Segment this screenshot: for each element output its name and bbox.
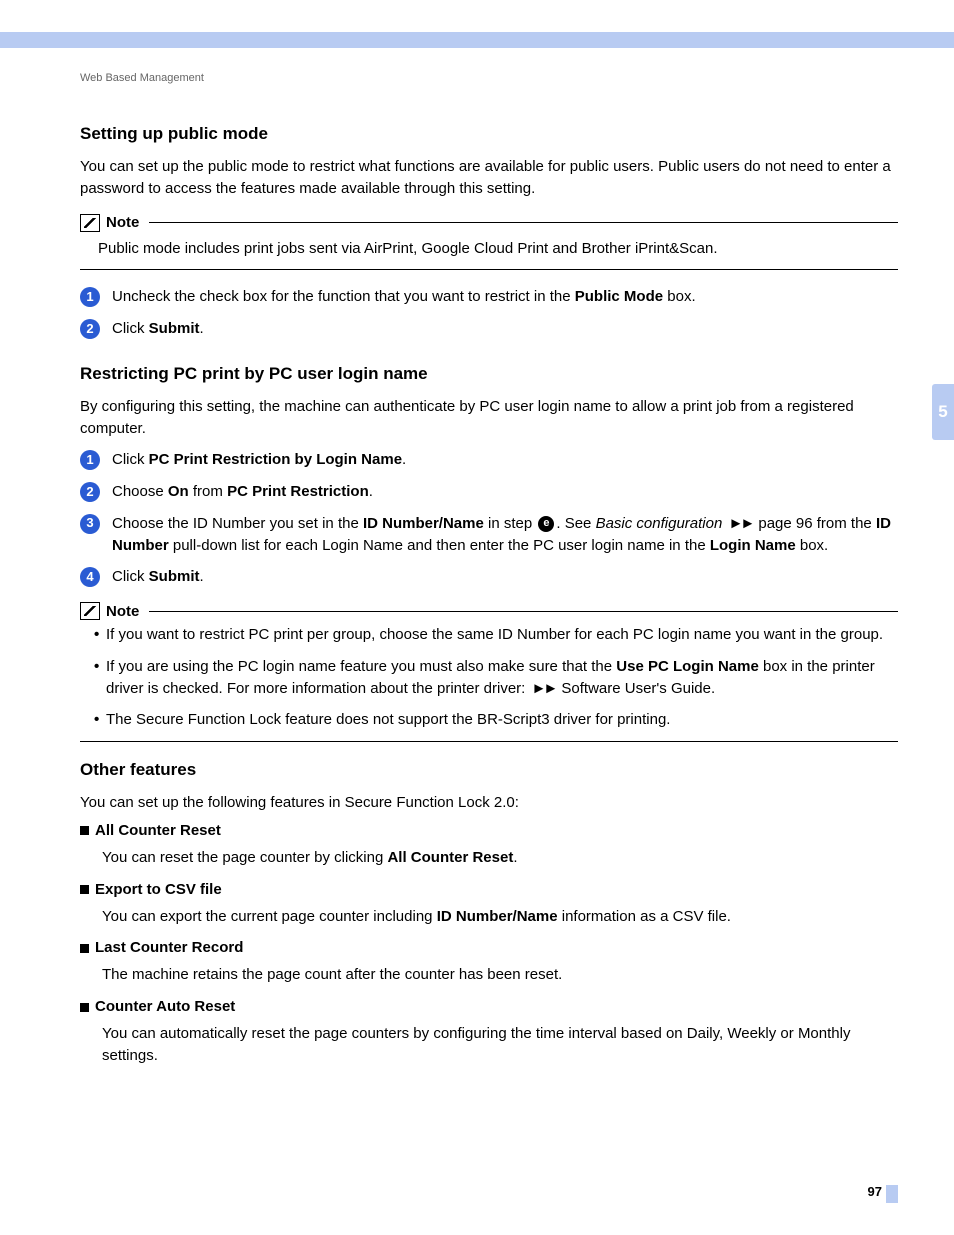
feature-title: Counter Auto Reset — [95, 998, 235, 1015]
text-bold: Submit — [149, 320, 200, 337]
feature-title: Export to CSV file — [95, 881, 222, 898]
step-row: 1 Uncheck the check box for the function… — [80, 286, 898, 308]
step-text: Click Submit. — [112, 566, 898, 588]
text-bold: Public Mode — [575, 288, 663, 305]
step-text: Choose the ID Number you set in the ID N… — [112, 513, 898, 557]
note-icon — [80, 214, 100, 232]
text: Choose the ID Number you set in the — [112, 515, 363, 532]
step-row: 2 Click Submit. — [80, 318, 898, 340]
text-bold: On — [168, 483, 189, 500]
text: Click — [112, 451, 149, 468]
text: Uncheck the check box for the function t… — [112, 288, 575, 305]
feature-desc: The machine retains the page count after… — [102, 964, 898, 986]
text: information as a CSV file. — [558, 908, 731, 925]
note-rule — [149, 611, 898, 612]
step-row: 3 Choose the ID Number you set in the ID… — [80, 513, 898, 557]
step-text: Click PC Print Restriction by Login Name… — [112, 449, 898, 471]
text: in step — [484, 515, 537, 532]
feature-title: Last Counter Record — [95, 939, 243, 956]
step-text: Uncheck the check box for the function t… — [112, 286, 898, 308]
feature-item: Last Counter Record — [80, 939, 898, 956]
square-bullet-icon — [80, 1003, 89, 1012]
note-label: Note — [106, 214, 139, 231]
text: . — [513, 849, 517, 866]
square-bullet-icon — [80, 885, 89, 894]
square-bullet-icon — [80, 944, 89, 953]
heading-public-mode: Setting up public mode — [80, 124, 898, 144]
intro-other-features: You can set up the following features in… — [80, 792, 898, 814]
text-italic: Basic configuration — [596, 515, 723, 532]
text: box. — [663, 288, 696, 305]
step-inline-icon: e — [538, 516, 554, 532]
text-bold: ID Number/Name — [363, 515, 484, 532]
text-bold: PC Print Restriction — [227, 483, 369, 500]
step-number-icon: 1 — [80, 450, 100, 470]
chapter-tab: 5 — [932, 384, 954, 440]
feature-item: Counter Auto Reset — [80, 998, 898, 1015]
text-bold: PC Print Restriction by Login Name — [149, 451, 402, 468]
text-bold: Use PC Login Name — [616, 658, 759, 675]
note-bottom-rule — [80, 741, 898, 742]
text-bold: All Counter Reset — [387, 849, 513, 866]
step-row: 1 Click PC Print Restriction by Login Na… — [80, 449, 898, 471]
intro-restricting-pc: By configuring this setting, the machine… — [80, 396, 898, 440]
feature-desc: You can export the current page counter … — [102, 906, 898, 928]
step-text: Click Submit. — [112, 318, 898, 340]
arrow-icon: ►► — [532, 680, 556, 697]
step-number-icon: 2 — [80, 482, 100, 502]
text: You can export the current page counter … — [102, 908, 437, 925]
text-bold: Submit — [149, 568, 200, 585]
note-block-2: Note If you want to restrict PC print pe… — [80, 602, 898, 742]
feature-desc: You can automatically reset the page cou… — [102, 1023, 898, 1067]
text: Software User's Guide. — [557, 680, 715, 697]
step-row: 2 Choose On from PC Print Restriction. — [80, 481, 898, 503]
text: . — [402, 451, 406, 468]
note-rule — [149, 222, 898, 223]
square-bullet-icon — [80, 826, 89, 835]
page-number-accent — [886, 1185, 898, 1203]
text: . — [200, 320, 204, 337]
intro-public-mode: You can set up the public mode to restri… — [80, 156, 898, 200]
text: If you are using the PC login name featu… — [106, 658, 616, 675]
text: box. — [796, 537, 829, 554]
note-item: If you want to restrict PC print per gro… — [94, 624, 898, 646]
text: pull-down list for each Login Name and t… — [169, 537, 710, 554]
page-content: Web Based Management Setting up public m… — [80, 72, 898, 1079]
running-header: Web Based Management — [80, 72, 898, 84]
note-icon — [80, 602, 100, 620]
note-block-1: Note Public mode includes print jobs sen… — [80, 214, 898, 271]
step-number-icon: 4 — [80, 567, 100, 587]
text-bold: ID Number/Name — [437, 908, 558, 925]
text: Click — [112, 568, 149, 585]
note-bottom-rule — [80, 269, 898, 270]
note-item: The Secure Function Lock feature does no… — [94, 709, 898, 731]
step-row: 4 Click Submit. — [80, 566, 898, 588]
heading-other-features: Other features — [80, 760, 898, 780]
top-accent-bar — [0, 32, 954, 48]
heading-restricting-pc: Restricting PC print by PC user login na… — [80, 364, 898, 384]
step-number-icon: 3 — [80, 514, 100, 534]
text: Choose — [112, 483, 168, 500]
text-bold: Login Name — [710, 537, 796, 554]
feature-item: All Counter Reset — [80, 822, 898, 839]
note-item: If you are using the PC login name featu… — [94, 656, 898, 700]
text: from — [189, 483, 227, 500]
note-body-1: Public mode includes print jobs sent via… — [98, 238, 898, 260]
step-text: Choose On from PC Print Restriction. — [112, 481, 898, 503]
page-number: 97 — [868, 1184, 882, 1199]
arrow-icon: ►► — [729, 515, 753, 532]
text: Click — [112, 320, 149, 337]
text: . — [200, 568, 204, 585]
step-number-icon: 1 — [80, 287, 100, 307]
note-list: If you want to restrict PC print per gro… — [94, 624, 898, 731]
feature-desc: You can reset the page counter by clicki… — [102, 847, 898, 869]
text: . — [369, 483, 373, 500]
feature-item: Export to CSV file — [80, 881, 898, 898]
feature-title: All Counter Reset — [95, 822, 221, 839]
text: page 96 from the — [754, 515, 876, 532]
text: . See — [556, 515, 595, 532]
text: You can reset the page counter by clicki… — [102, 849, 387, 866]
step-number-icon: 2 — [80, 319, 100, 339]
note-label: Note — [106, 603, 139, 620]
